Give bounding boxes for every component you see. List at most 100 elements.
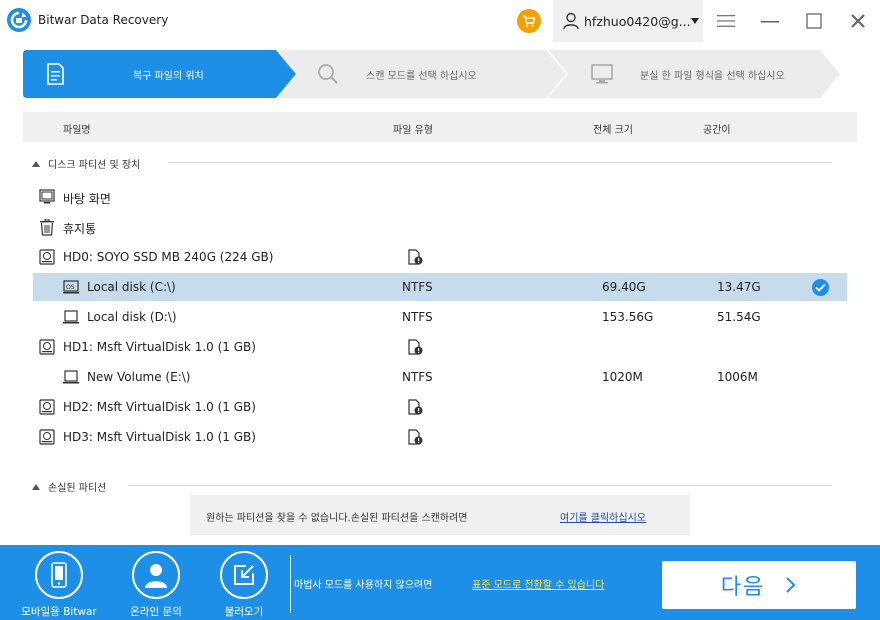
list-item-hd0[interactable]: HD0: SOYO SSD MB 240G (224 GB) [33, 243, 847, 271]
item-name: HD0: SOYO SSD MB 240G (224 GB) [63, 250, 274, 264]
hard-disk-icon [39, 399, 55, 415]
support-agent-icon [145, 564, 167, 588]
footer-bar: 모바일용 Bitwar 온라인 문의 불러오기 마법사 모드를 사용하지 않으려… [0, 545, 880, 620]
file-system: NTFS [402, 280, 433, 294]
mobile-phone-icon [51, 562, 67, 588]
section-title: 손실된 파티션 [48, 483, 107, 494]
section-title: 디스크 파티션 및 장치 [48, 160, 141, 171]
menu-button[interactable] [713, 8, 739, 34]
column-header-type[interactable]: 파일 유형 [393, 121, 433, 136]
app-logo-icon [7, 8, 31, 32]
next-label: 다음 [720, 575, 766, 600]
list-item-desktop[interactable]: 바탕 화면 [33, 183, 847, 211]
file-system: NTFS [402, 370, 433, 384]
hard-disk-icon [39, 429, 55, 445]
step-scan-mode[interactable]: 스캔 모드를 선택 하십시오 [276, 50, 568, 98]
collapse-triangle-icon [32, 160, 40, 167]
list-item-hd3[interactable]: HD3: Msft VirtualDisk 1.0 (1 GB) [33, 423, 847, 451]
column-header-total-size[interactable]: 전체 크기 [593, 121, 633, 136]
wizard-mode-text: 마법사 모드를 사용하지 않으려면 [294, 580, 433, 591]
total-size: 153.56G [602, 310, 654, 324]
item-name: HD2: Msft VirtualDisk 1.0 (1 GB) [63, 400, 256, 414]
disk-info-icon[interactable] [407, 399, 423, 415]
footer-label: 온라인 문의 [130, 606, 182, 618]
list-item-drive-d[interactable]: Local disk (D:\) NTFS 153.56G 51.54G [33, 303, 847, 331]
file-system: NTFS [402, 310, 433, 324]
hard-disk-icon [39, 339, 55, 355]
step-label: 복구 파일의 위치 [133, 71, 204, 82]
item-name: 바탕 화면 [63, 192, 111, 206]
maximize-icon [806, 13, 822, 29]
load-button[interactable]: 불러오기 [208, 551, 280, 619]
footer-label: 모바일용 Bitwar [21, 606, 97, 618]
list-item-hd2[interactable]: HD2: Msft VirtualDisk 1.0 (1 GB) [33, 393, 847, 421]
step-label: 분실 한 파일 형식을 선택 하십시오 [640, 71, 785, 82]
drive-icon [63, 370, 79, 384]
item-name: HD3: Msft VirtualDisk 1.0 (1 GB) [63, 430, 256, 444]
hard-disk-icon [39, 249, 55, 265]
list-item-recycle-bin[interactable]: 휴지통 [33, 213, 847, 241]
step-label: 스캔 모드를 선택 하십시오 [366, 71, 477, 82]
app-title: Bitwar Data Recovery [38, 13, 169, 27]
list-item-drive-e[interactable]: New Volume (E:\) NTFS 1020M 1006M [33, 363, 847, 391]
os-drive-icon: OS [63, 280, 79, 294]
step-file-type[interactable]: 분실 한 파일 형식을 선택 하십시오 [548, 50, 843, 98]
switch-standard-mode-link[interactable]: 표준 모드로 전환할 수 있습니다 [472, 576, 604, 591]
section-lost-partitions-toggle[interactable]: 손실된 파티션 [32, 479, 106, 494]
list-item-hd1[interactable]: HD1: Msft VirtualDisk 1.0 (1 GB) [33, 333, 847, 361]
total-size: 69.40G [602, 280, 646, 294]
title-bar: Bitwar Data Recovery hfzhuo0420@g... [0, 0, 880, 42]
search-icon [318, 64, 338, 84]
total-size: 1020M [602, 370, 643, 384]
monitor-icon [591, 64, 613, 84]
section-partitions-toggle[interactable]: 디스크 파티션 및 장치 [32, 156, 140, 171]
close-button[interactable] [845, 8, 871, 34]
minimize-icon [761, 21, 779, 23]
scan-lost-partition-link[interactable]: 여기를 클릭하십시오 [560, 509, 646, 524]
disk-info-icon[interactable] [407, 429, 423, 445]
free-space: 51.54G [717, 310, 761, 324]
column-header-name[interactable]: 파일명 [63, 121, 91, 136]
list-item-drive-c[interactable]: OS Local disk (C:\) NTFS 69.40G 13.47G [33, 273, 847, 301]
minimize-button[interactable] [757, 8, 783, 34]
maximize-button[interactable] [801, 8, 827, 34]
section-divider [168, 162, 832, 163]
free-space: 13.47G [717, 280, 761, 294]
hamburger-icon [717, 15, 735, 27]
trash-icon [40, 219, 54, 236]
item-name: New Volume (E:\) [87, 370, 191, 384]
user-icon [563, 12, 579, 30]
online-support-button[interactable]: 온라인 문의 [118, 551, 194, 619]
footer-label: 불러오기 [224, 606, 264, 618]
selected-check-icon [812, 279, 829, 296]
lost-partition-message: 원하는 파티션을 찾을 수 없습니다.손실된 파티션을 스캔하려면 [206, 513, 468, 524]
drive-icon [63, 310, 79, 324]
item-name: Local disk (D:\) [87, 310, 177, 324]
disk-info-icon[interactable] [407, 249, 423, 265]
user-account-menu[interactable]: hfzhuo0420@g... [553, 0, 703, 42]
footer-divider [290, 555, 291, 613]
cart-icon[interactable] [517, 9, 541, 33]
item-name: 휴지통 [63, 222, 97, 236]
desktop-icon [39, 189, 55, 204]
chevron-down-icon [691, 18, 699, 24]
import-icon [234, 565, 254, 585]
free-space: 1006M [717, 370, 758, 384]
collapse-triangle-icon [32, 483, 40, 490]
disk-info-icon[interactable] [407, 339, 423, 355]
wizard-steps: 복구 파일의 위치 스캔 모드를 선택 하십시오 분실 한 파일 형식을 선택 … [23, 50, 843, 98]
table-header: 파일명 파일 유형 전체 크기 공간이 [23, 112, 857, 142]
item-name: HD1: Msft VirtualDisk 1.0 (1 GB) [63, 340, 256, 354]
column-header-free-space[interactable]: 공간이 [703, 121, 731, 136]
lost-partition-notice: 원하는 파티션을 찾을 수 없습니다.손실된 파티션을 스캔하려면 여기를 클릭… [190, 495, 690, 535]
step-location[interactable]: 복구 파일의 위치 [23, 50, 298, 98]
section-divider [128, 485, 832, 486]
item-name: Local disk (C:\) [87, 280, 176, 294]
mobile-bitwar-button[interactable]: 모바일용 Bitwar [19, 551, 99, 619]
user-name: hfzhuo0420@g... [584, 14, 691, 29]
svg-text:OS: OS [66, 284, 75, 291]
document-icon [47, 63, 64, 85]
chevron-right-icon [786, 577, 796, 593]
next-button[interactable]: 다음 [662, 561, 856, 609]
close-icon [851, 14, 865, 28]
